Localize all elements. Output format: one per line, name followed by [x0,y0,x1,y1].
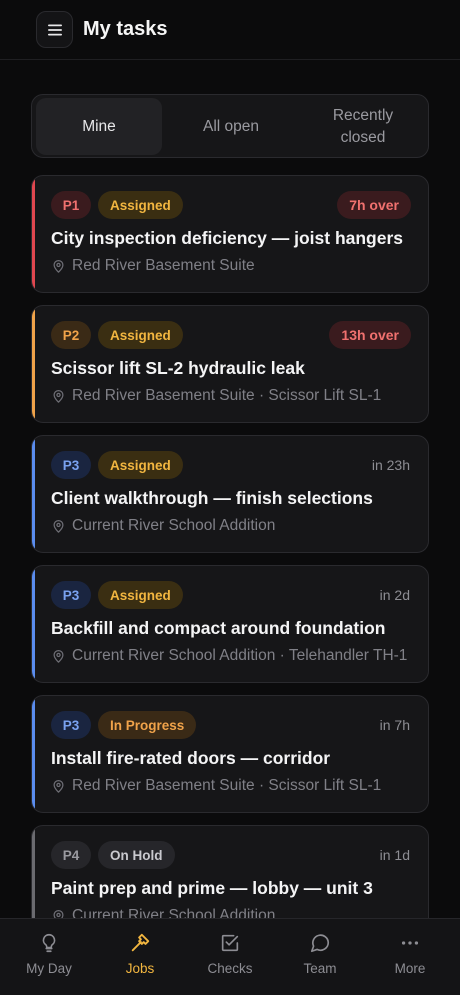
more-dots-icon [401,941,419,945]
task-location: Red River Basement Suite [51,257,255,275]
task-title: City inspection deficiency — joist hange… [51,228,404,248]
nav-team[interactable]: Team [274,919,366,995]
menu-button[interactable] [36,11,73,48]
location-pin-icon [53,519,64,533]
nav-my-day-label: My Day [26,961,72,976]
priority-accent-bar [32,436,35,552]
priority-badge: P2 [51,321,91,349]
task-card[interactable]: P3 Assigned in 2d Backfill and compact arou… [31,565,429,683]
task-location-text: Current River School Addition [72,517,276,534]
location-pin-icon [53,649,64,663]
priority-badge: P3 [51,451,91,479]
task-title: Client walkthrough — finish selections [51,488,373,508]
task-card[interactable]: P3 Assigned in 23h Client walkthrough — fin… [31,435,429,553]
due-text: in 2d [379,587,410,603]
overdue-badge: 7h over [337,191,411,219]
priority-badge: P3 [51,711,91,739]
location-pin-icon [53,389,64,403]
location-pin-icon [53,779,64,793]
task-title: Scissor lift SL-2 hydraulic leak [51,358,305,378]
nav-checks[interactable]: Checks [184,919,276,995]
location-pin-icon [53,259,64,273]
due-text: in 23h [371,457,410,473]
task-location: Red River Basement Suite · Scissor Lift … [51,387,381,405]
task-location-text: Red River Basement Suite · Scissor Lift … [72,777,382,794]
checkbox-icon [221,934,239,952]
bottom-navigation: My Day Jobs Checks Team More [0,918,460,995]
tab-recently-closed-label: Recently closed [332,106,394,146]
priority-accent-bar [32,306,35,422]
task-location: Current River School Addition · Telehand… [51,647,407,665]
task-title: Paint prep and prime — lobby — unit 3 [51,878,373,898]
status-badge: Assigned [98,451,183,479]
priority-accent-bar [32,566,35,682]
priority-badge: P4 [51,841,91,869]
priority-accent-bar [32,176,35,292]
overdue-badge: 13h over [329,321,411,349]
nav-my-day[interactable]: My Day [3,919,95,995]
nav-more[interactable]: More [364,919,456,995]
lightbulb-icon [42,933,56,953]
nav-team-label: Team [303,961,337,976]
status-badge: Assigned [98,581,183,609]
priority-badge: P3 [51,581,91,609]
task-location-text: Red River Basement Suite · Scissor Lift … [72,387,382,404]
nav-jobs-label: Jobs [125,961,155,976]
task-title: Backfill and compact around foundation [51,618,386,638]
tab-recently-closed[interactable]: Recently closed [300,98,426,155]
page-title: My tasks [83,18,168,40]
status-badge: On Hold [98,841,175,869]
status-badge: Assigned [98,191,183,219]
task-title: Install fire-rated doors — corridor [51,748,331,768]
priority-badge: P1 [51,191,91,219]
tab-all-open[interactable]: All open [166,98,296,155]
task-card[interactable]: P1 Assigned 7h over City inspection deficie… [31,175,429,293]
task-location: Current River School Addition [51,517,275,535]
status-badge: In Progress [98,711,197,739]
task-location: Red River Basement Suite · Scissor Lift … [51,777,381,795]
due-text: in 1d [379,847,410,863]
tab-mine[interactable]: Mine [36,98,162,155]
hammer-icon [131,933,150,952]
nav-checks-label: Checks [207,961,253,976]
top-bar: My tasks [0,0,460,60]
chat-bubble-icon [310,934,330,953]
nav-more-label: More [394,961,426,976]
hamburger-menu-icon [47,24,62,35]
task-location-text: Current River School Addition · Telehand… [72,647,408,664]
due-text: in 7h [379,717,410,733]
task-location-text: Red River Basement Suite [72,257,255,274]
task-card[interactable]: P2 Assigned 13h over Scissor lift SL-2 hydr… [31,305,429,423]
priority-accent-bar [32,696,35,812]
status-badge: Assigned [98,321,183,349]
task-filter-tabs: Mine All open Recently closed [31,94,429,158]
task-card[interactable]: P3 In Progress in 7h Install fire-rated doo… [31,695,429,813]
nav-jobs[interactable]: Jobs [94,919,186,995]
